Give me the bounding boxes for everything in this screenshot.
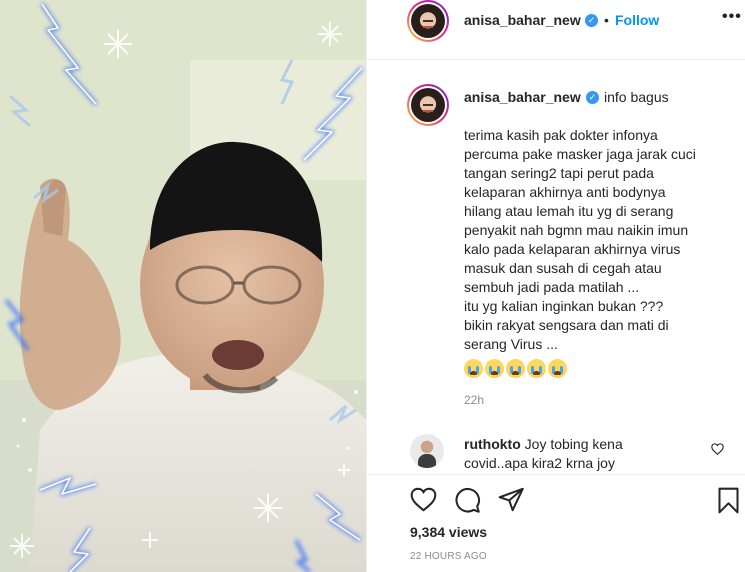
caption-line: hilang atau lemah itu yg di serang (464, 203, 674, 219)
share-paper-plane-icon[interactable] (498, 487, 525, 512)
post-header: anisa_bahar_new ✓ • Follow ••• (367, 0, 745, 60)
caption-body: terima kasih pak dokter infonya percuma … (464, 126, 724, 354)
caption-line: terima kasih pak dokter infonya (464, 127, 658, 143)
post-side-panel: anisa_bahar_new ✓ • Follow ••• anisa_bah… (367, 0, 745, 572)
caption-username[interactable]: anisa_bahar_new (464, 89, 581, 105)
separator-dot: • (604, 12, 609, 28)
follow-button[interactable]: Follow (615, 12, 659, 28)
caption-line: serang Virus ... (464, 336, 558, 352)
caption-line: percuma pake masker jaga jarak cuci (464, 146, 696, 162)
comment-item: ruthokto Joy tobing kena covid..apa kira… (464, 435, 704, 473)
commenter-username[interactable]: ruthokto (464, 436, 521, 452)
caption-line: sembuh jadi pada matilah ... (464, 279, 640, 295)
comment-text-line1: Joy tobing kena (524, 436, 623, 452)
video-frame-illustration (0, 0, 366, 572)
caption-line: masuk dan susah di cegah atau (464, 260, 662, 276)
caption-verified-badge-icon: ✓ (586, 91, 599, 104)
caption-line: bikin rakyat sengsara dan mati di (464, 317, 669, 333)
caption-short-text: info bagus (604, 89, 669, 105)
actions-divider (367, 474, 745, 475)
crying-face-emoji-icon (464, 359, 483, 378)
caption-line: itu yg kalian inginkan bukan ??? (464, 298, 664, 314)
verified-badge-icon: ✓ (585, 14, 598, 27)
post-time-ago[interactable]: 22 HOURS AGO (410, 551, 487, 562)
caption-line: tangan sering2 tapi perut pada (464, 165, 654, 181)
comment-bubble-icon[interactable] (454, 487, 481, 514)
author-username[interactable]: anisa_bahar_new (464, 12, 581, 28)
views-count[interactable]: 9,384 views (410, 524, 487, 540)
crying-face-emoji-icon (527, 359, 546, 378)
crying-face-emoji-icon (548, 359, 567, 378)
author-avatar[interactable] (407, 0, 449, 42)
caption-line: kalo pada kelaparan akhirnya virus (464, 241, 681, 257)
caption-line: penyakit nah bgmn mau naikin imun (464, 222, 689, 238)
crying-emoji-row (464, 359, 567, 378)
crying-face-emoji-icon (485, 359, 504, 378)
comment-text-line2: covid..apa kira2 krna joy (464, 455, 615, 471)
crying-face-emoji-icon (506, 359, 525, 378)
caption-timestamp[interactable]: 22h (464, 393, 484, 407)
like-heart-icon[interactable] (410, 487, 437, 512)
more-options-icon[interactable]: ••• (722, 8, 742, 26)
commenter-avatar[interactable] (410, 434, 444, 468)
comment-like-heart-icon[interactable] (711, 443, 724, 455)
post-media-video[interactable] (0, 0, 366, 572)
caption-line: kelaparan akhirnya anti bodynya (464, 184, 666, 200)
caption-author-avatar[interactable] (407, 84, 449, 126)
save-bookmark-icon[interactable] (717, 487, 740, 514)
